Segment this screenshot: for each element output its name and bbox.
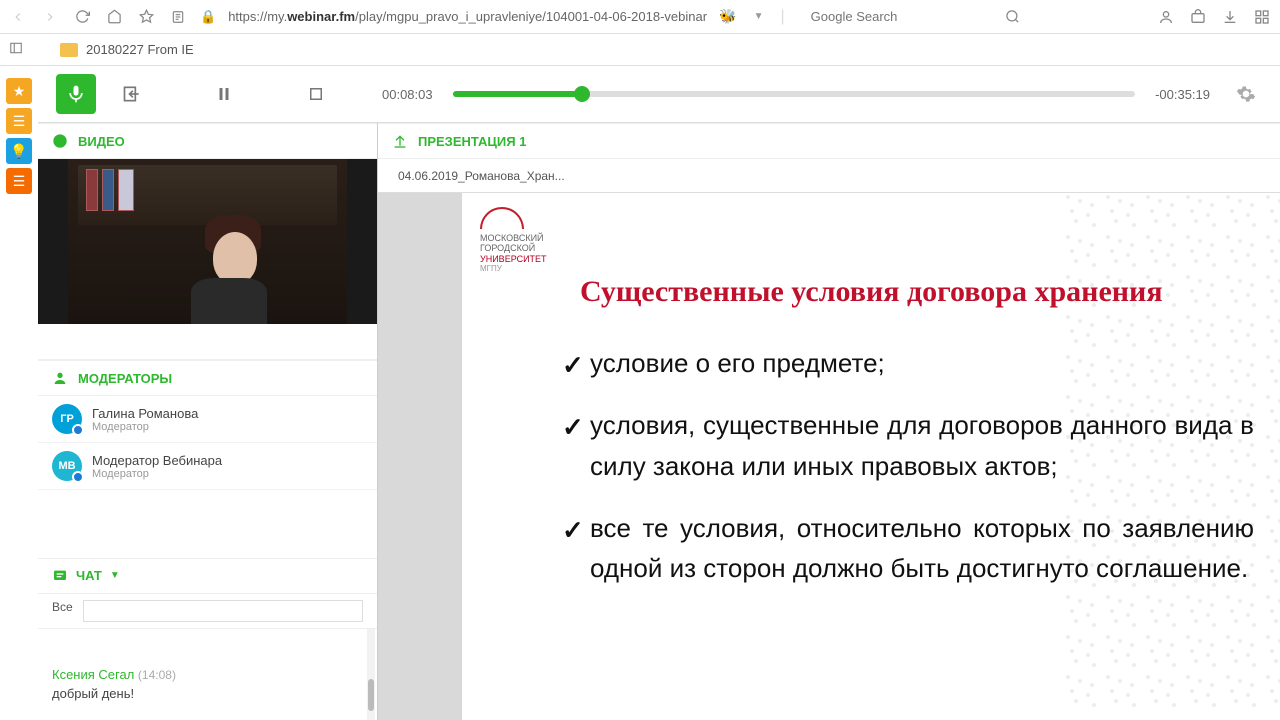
presentation-panel-title: ПРЕЗЕНТАЦИЯ 1 (418, 134, 526, 149)
slide-area[interactable]: московский городской университет МГПУ Су… (378, 193, 1280, 720)
video-panel-header: ВИДЕО (38, 123, 377, 159)
notes-button[interactable] (168, 7, 188, 27)
download-icon[interactable] (1220, 7, 1240, 27)
time-remaining: -00:35:19 (1155, 87, 1210, 102)
moderator-name: Модератор Вебинара (92, 453, 222, 468)
moderator-role: Модератор (92, 421, 198, 433)
reload-button[interactable] (72, 7, 92, 27)
player-bar: 00:08:03 -00:35:19 (38, 66, 1280, 122)
chat-body: Ксения Сегал (14:08) добрый день! (38, 629, 377, 720)
rail-ideas-icon[interactable]: 💡 (6, 138, 32, 164)
moderator-name: Галина Романова (92, 406, 198, 421)
avatar: МВ (52, 451, 82, 481)
url-display[interactable]: https://my.webinar.fm/play/mgpu_pravo_i_… (228, 9, 707, 24)
moderator-role: Модератор (92, 468, 222, 480)
chat-filter: Все (38, 594, 377, 629)
chat-panel-header[interactable]: ЧАТ ▼ (38, 558, 377, 594)
video-panel-title: ВИДЕО (78, 134, 125, 149)
chat-msg-text: добрый день! (52, 686, 363, 701)
slide-bullet: условие о его предмете; (562, 343, 1254, 383)
settings-button[interactable] (1230, 78, 1262, 110)
url-dropdown[interactable]: ▼ (749, 7, 769, 27)
moderators-panel-title: МОДЕРАТОРЫ (78, 371, 172, 386)
pause-button[interactable] (208, 78, 240, 110)
exit-button[interactable] (116, 78, 148, 110)
mic-button[interactable] (56, 74, 96, 114)
chat-panel-title: ЧАТ (76, 568, 102, 583)
slide-title: Существенные условия договора хранения (580, 275, 1240, 309)
rail-rss-icon[interactable]: ☰ (6, 168, 32, 194)
moderator-item[interactable]: МВ Модератор ВебинараМодератор (38, 443, 377, 490)
shop-icon[interactable] (1188, 7, 1208, 27)
folder-icon (60, 43, 78, 57)
lock-icon: 🔒 (200, 9, 216, 25)
apps-icon[interactable] (1252, 7, 1272, 27)
progress-bar[interactable] (453, 91, 1135, 97)
stop-button[interactable] (300, 78, 332, 110)
moderators-panel-header: МОДЕРАТОРЫ (38, 360, 377, 396)
presentation-file-tab[interactable]: 04.06.2019_Романова_Хран... (392, 169, 571, 183)
bee-icon[interactable]: 🐝 (719, 8, 736, 25)
slide-bullets: условие о его предмете; условия, существе… (562, 343, 1254, 610)
chat-filter-label[interactable]: Все (52, 600, 73, 622)
avatar: ГР (52, 404, 82, 434)
star-button[interactable] (136, 7, 156, 27)
presentation-panel-header: ПРЕЗЕНТАЦИЯ 1 (378, 123, 1280, 159)
video-thumbnail[interactable] (38, 159, 377, 324)
slide-bullet: условия, существенные для договоров данн… (562, 405, 1254, 486)
home-button[interactable] (104, 7, 124, 27)
chat-input[interactable] (83, 600, 363, 622)
sidebar-toggle-icon[interactable] (8, 41, 24, 58)
left-rail: ★ ☰ 💡 ☰ (0, 66, 38, 194)
bookmarks-bar: 20180227 From IE (0, 34, 1280, 66)
forward-button[interactable] (40, 7, 60, 27)
bookmark-folder[interactable]: 20180227 From IE (86, 42, 194, 57)
back-button[interactable] (8, 7, 28, 27)
slide-logo: московский городской университет МГПУ (480, 207, 547, 273)
moderator-item[interactable]: ГР Галина РомановаМодератор (38, 396, 377, 443)
presentation-tabs: 04.06.2019_Романова_Хран... (378, 159, 1280, 193)
search-input[interactable] (807, 5, 991, 28)
slide-bullet: все те условия, относительно которых по … (562, 508, 1254, 589)
chat-msg-time: (14:08) (138, 668, 176, 682)
browser-toolbar: 🔒 https://my.webinar.fm/play/mgpu_pravo_… (0, 0, 1280, 34)
chat-scrollbar[interactable] (367, 629, 375, 720)
time-elapsed: 00:08:03 (382, 87, 433, 102)
chat-msg-user: Ксения Сегал (52, 667, 134, 682)
rail-favorites-icon[interactable]: ★ (6, 78, 32, 104)
rail-readlist-icon[interactable]: ☰ (6, 108, 32, 134)
search-icon[interactable] (1003, 7, 1023, 27)
chat-dropdown-icon[interactable]: ▼ (110, 570, 120, 581)
profile-icon[interactable] (1156, 7, 1176, 27)
video-gap (38, 324, 377, 360)
